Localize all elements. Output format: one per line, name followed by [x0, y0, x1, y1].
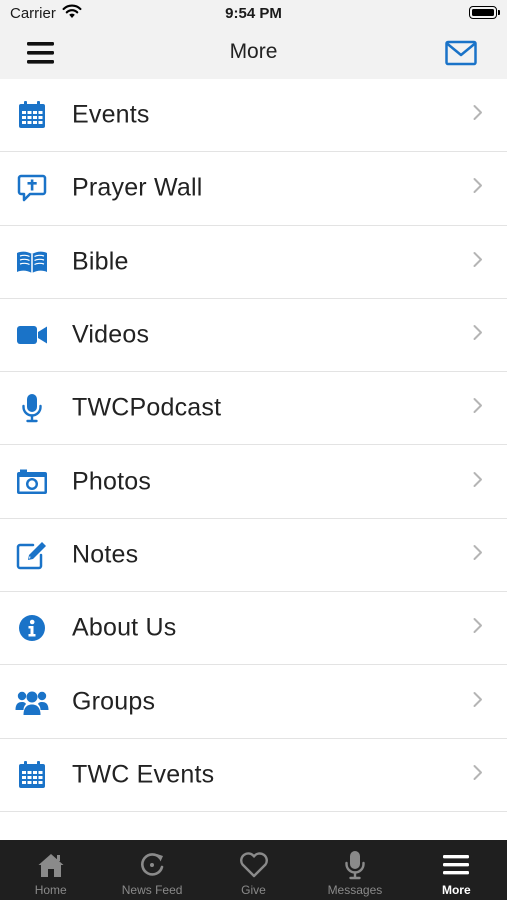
refresh-icon	[136, 849, 168, 881]
calendar-icon	[14, 97, 50, 133]
chevron-right-icon	[473, 251, 483, 272]
menu-item-label: Bible	[72, 247, 129, 276]
edit-note-icon	[14, 537, 50, 573]
menu-item-label: Notes	[72, 540, 139, 569]
info-icon	[14, 610, 50, 646]
tab-home[interactable]: Home	[0, 840, 101, 900]
chevron-right-icon	[473, 325, 483, 346]
tab-more[interactable]: More	[406, 840, 507, 900]
menu-item-bible[interactable]: Bible	[0, 226, 507, 299]
menu-item-label: TWC Events	[72, 760, 215, 789]
clock: 9:54 PM	[225, 5, 282, 22]
menu-item-label: Prayer Wall	[72, 173, 203, 202]
tab-messages[interactable]: Messages	[304, 840, 405, 900]
menu-item-prayer-wall[interactable]: Prayer Wall	[0, 152, 507, 226]
tab-bar: Home News Feed Give Messages More	[0, 840, 507, 900]
chevron-right-icon	[473, 178, 483, 199]
tab-label: Give	[241, 883, 266, 897]
group-icon	[14, 684, 50, 720]
chevron-right-icon	[473, 544, 483, 565]
chevron-right-icon	[473, 618, 483, 639]
menu-item-twc-events[interactable]: TWC Events	[0, 739, 507, 812]
menu-item-notes[interactable]: Notes	[0, 519, 507, 593]
open-book-icon	[14, 244, 50, 280]
heart-icon	[238, 849, 270, 881]
calendar-icon	[14, 757, 50, 793]
chevron-right-icon	[473, 471, 483, 492]
menu-item-photos[interactable]: Photos	[0, 445, 507, 519]
chevron-right-icon	[473, 691, 483, 712]
hamburger-menu-icon	[440, 849, 472, 881]
tab-label: Home	[34, 883, 67, 897]
menu-item-twcpodcast[interactable]: TWCPodcast	[0, 372, 507, 446]
tab-news-feed[interactable]: News Feed	[101, 840, 202, 900]
menu-item-label: About Us	[72, 613, 177, 642]
menu-item-label: Photos	[72, 467, 152, 496]
page-title: More	[229, 40, 278, 63]
status-bar: Carrier 9:54 PM	[0, 0, 507, 28]
video-camera-icon	[14, 317, 50, 353]
navigation-bar: More	[0, 28, 507, 79]
microphone-icon	[339, 849, 371, 881]
tab-give[interactable]: Give	[203, 840, 304, 900]
menu-item-about-us[interactable]: About Us	[0, 592, 507, 666]
menu-item-label: Events	[72, 100, 150, 129]
prayer-bubble-icon	[14, 170, 50, 206]
mail-icon[interactable]	[445, 40, 477, 68]
battery-icon	[469, 6, 500, 19]
tab-label: Messages	[327, 883, 383, 897]
tab-label: News Feed	[121, 883, 183, 897]
menu-item-label: Videos	[72, 320, 150, 349]
more-menu-list: Events Prayer Wall Bible Videos TWCPodca…	[0, 79, 507, 812]
menu-item-videos[interactable]: Videos	[0, 299, 507, 373]
menu-item-label: Groups	[72, 687, 156, 716]
chevron-right-icon	[473, 764, 483, 785]
chevron-right-icon	[473, 105, 483, 126]
home-icon	[35, 849, 67, 881]
tab-label: More	[441, 883, 471, 897]
menu-item-groups[interactable]: Groups	[0, 665, 507, 739]
menu-item-events[interactable]: Events	[0, 79, 507, 153]
chevron-right-icon	[473, 398, 483, 419]
menu-item-label: TWCPodcast	[72, 393, 222, 422]
microphone-icon	[14, 390, 50, 426]
camera-icon	[14, 464, 50, 500]
